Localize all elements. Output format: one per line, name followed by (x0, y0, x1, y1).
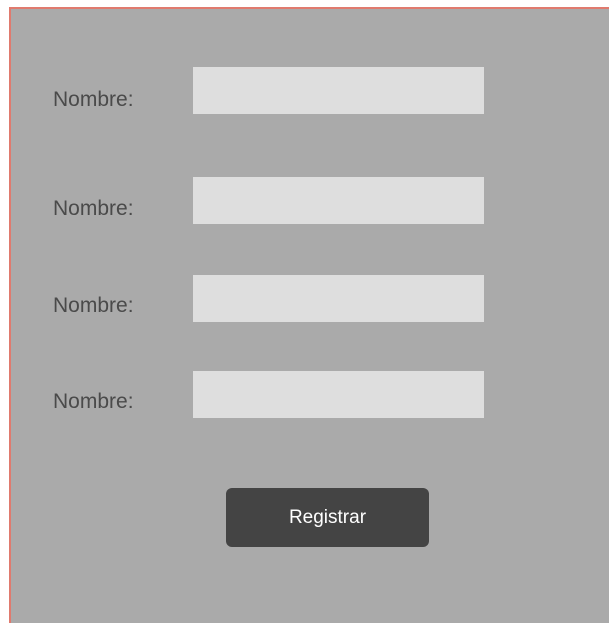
nombre-input-1[interactable] (193, 67, 484, 114)
nombre-input-4[interactable] (193, 371, 484, 418)
registrar-button[interactable]: Registrar (226, 488, 429, 547)
nombre-input-3[interactable] (193, 275, 484, 322)
nombre-input-2[interactable] (193, 177, 484, 224)
nombre-label-4: Nombre: (53, 390, 134, 413)
nombre-label-2: Nombre: (53, 197, 134, 220)
nombre-label-1: Nombre: (53, 88, 134, 111)
nombre-label-3: Nombre: (53, 294, 134, 317)
